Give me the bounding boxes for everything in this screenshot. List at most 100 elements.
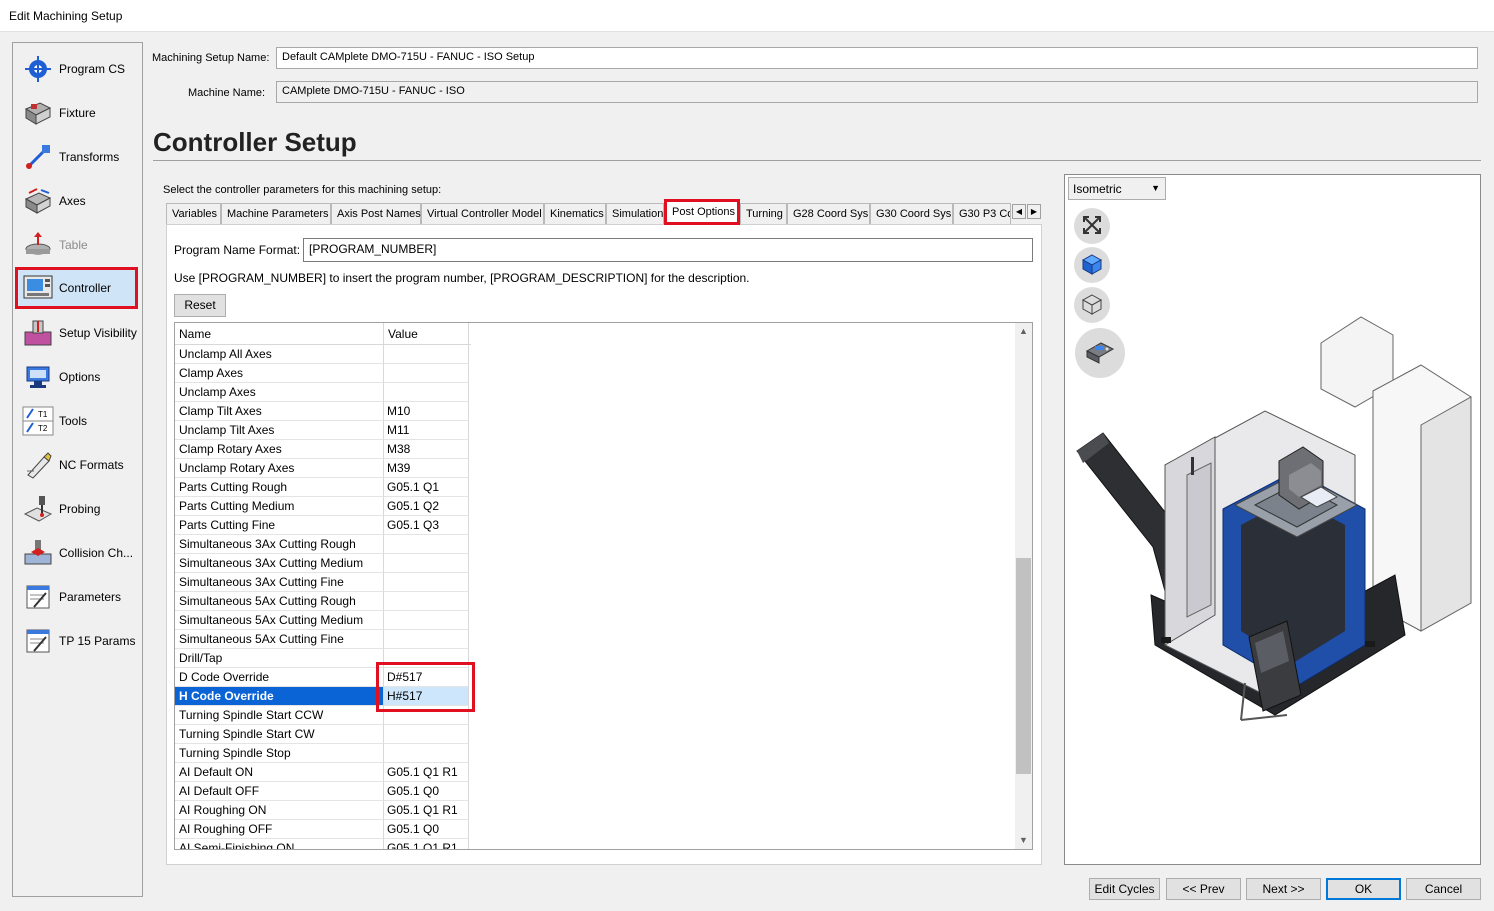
sidebar-item-collision-check[interactable]: Collision Ch... — [13, 533, 142, 573]
view-mode-select[interactable]: Isometric ▼ — [1068, 177, 1166, 200]
row-value-cell[interactable]: M39 — [384, 459, 469, 478]
row-value-cell[interactable] — [384, 573, 469, 592]
tab-machine-parameters[interactable]: Machine Parameters — [221, 203, 331, 224]
sidebar-item-probing[interactable]: Probing — [13, 489, 142, 529]
row-value-cell[interactable]: M38 — [384, 440, 469, 459]
sidebar-item-tp15-params[interactable]: TP 15 Params — [13, 621, 142, 661]
sidebar-item-fixture[interactable]: Fixture — [13, 93, 142, 133]
table-row[interactable]: Parts Cutting Rough G05.1 Q1 — [175, 478, 471, 497]
table-row[interactable]: Simultaneous 3Ax Cutting Rough — [175, 535, 471, 554]
table-row[interactable]: Unclamp Rotary Axes M39 — [175, 459, 471, 478]
row-value-cell[interactable]: G05.1 Q1 R1 — [384, 763, 469, 782]
sidebar-item-program-cs[interactable]: Program CS — [13, 49, 142, 89]
tab-g30-p3-coord-sys[interactable]: G30 P3 Co — [953, 203, 1011, 224]
row-value-cell[interactable] — [384, 364, 469, 383]
tab-axis-post-names[interactable]: Axis Post Names — [331, 203, 421, 224]
row-value-cell[interactable]: G05.1 Q3 — [384, 516, 469, 535]
sidebar-item-label: Controller — [59, 281, 112, 295]
table-row[interactable]: Clamp Axes — [175, 364, 471, 383]
row-name-cell: Simultaneous 3Ax Cutting Medium — [175, 554, 384, 573]
scroll-up-icon[interactable]: ▲ — [1015, 323, 1032, 340]
table-row[interactable]: Simultaneous 5Ax Cutting Fine — [175, 630, 471, 649]
prev-button[interactable]: << Prev — [1166, 878, 1241, 900]
column-header-name[interactable]: Name — [175, 323, 384, 345]
sidebar-item-axes[interactable]: Axes — [13, 181, 142, 221]
table-row[interactable]: Simultaneous 3Ax Cutting Medium — [175, 554, 471, 573]
row-value-cell[interactable] — [384, 725, 469, 744]
tab-virtual-controller-model[interactable]: Virtual Controller Model — [421, 203, 544, 224]
reset-button[interactable]: Reset — [174, 294, 226, 317]
row-value-cell[interactable]: M10 — [384, 402, 469, 421]
row-value-cell[interactable]: G05.1 Q1 R1 — [384, 839, 469, 849]
table-row[interactable]: Unclamp Axes — [175, 383, 471, 402]
table-row[interactable]: AI Default OFF G05.1 Q0 — [175, 782, 471, 801]
wireframe-view-button[interactable] — [1074, 287, 1110, 323]
cancel-button[interactable]: Cancel — [1406, 878, 1481, 900]
tab-g28-coord-sys[interactable]: G28 Coord Sys — [787, 203, 870, 224]
row-value-cell[interactable]: G05.1 Q1 — [384, 478, 469, 497]
table-row[interactable]: AI Roughing ON G05.1 Q1 R1 — [175, 801, 471, 820]
tab-turning[interactable]: Turning — [740, 203, 787, 224]
tab-scroll-left-button[interactable]: ◀ — [1012, 204, 1026, 219]
sidebar-item-tools[interactable]: T1 T2 Tools — [13, 401, 142, 441]
table-row[interactable]: Parts Cutting Medium G05.1 Q2 — [175, 497, 471, 516]
table-row[interactable]: AI Semi-Finishing ON G05.1 Q1 R1 — [175, 839, 471, 849]
table-row[interactable]: Simultaneous 3Ax Cutting Fine — [175, 573, 471, 592]
row-value-cell[interactable] — [384, 383, 469, 402]
sidebar-item-options[interactable]: Options — [13, 357, 142, 397]
column-header-value[interactable]: Value — [384, 323, 469, 345]
shaded-view-button[interactable] — [1074, 247, 1110, 283]
ok-button[interactable]: OK — [1326, 878, 1401, 900]
table-row[interactable]: Unclamp Tilt Axes M11 — [175, 421, 471, 440]
row-value-cell[interactable] — [384, 535, 469, 554]
grid-vertical-scrollbar[interactable]: ▲ ▼ — [1015, 323, 1032, 849]
row-value-cell[interactable] — [384, 611, 469, 630]
table-row[interactable]: Simultaneous 5Ax Cutting Medium — [175, 611, 471, 630]
sidebar-item-controller[interactable]: Controller — [15, 267, 138, 309]
table-row[interactable]: Parts Cutting Fine G05.1 Q3 — [175, 516, 471, 535]
sidebar-item-label: TP 15 Params — [59, 634, 136, 648]
table-row[interactable]: Clamp Tilt Axes M10 — [175, 402, 471, 421]
row-name-cell: AI Default OFF — [175, 782, 384, 801]
row-value-cell[interactable]: M11 — [384, 421, 469, 440]
table-row[interactable]: AI Default ON G05.1 Q1 R1 — [175, 763, 471, 782]
tab-kinematics[interactable]: Kinematics — [544, 203, 606, 224]
table-row[interactable]: Clamp Rotary Axes M38 — [175, 440, 471, 459]
row-value-cell[interactable]: G05.1 Q0 — [384, 782, 469, 801]
edit-cycles-button[interactable]: Edit Cycles — [1089, 878, 1160, 900]
sidebar-item-nc-formats[interactable]: NC Formats — [13, 445, 142, 485]
scroll-thumb[interactable] — [1016, 558, 1031, 774]
row-value-cell[interactable]: G05.1 Q0 — [384, 820, 469, 839]
table-row[interactable]: Turning Spindle Stop — [175, 744, 471, 763]
row-value-cell[interactable]: G05.1 Q2 — [384, 497, 469, 516]
row-value-cell[interactable] — [384, 630, 469, 649]
machine-viewport[interactable] — [1064, 174, 1481, 865]
table-row[interactable]: Unclamp All Axes — [175, 345, 471, 364]
fit-view-button[interactable] — [1074, 208, 1110, 244]
row-value-cell[interactable] — [384, 345, 469, 364]
tab-g30-coord-sys[interactable]: G30 Coord Sys — [870, 203, 953, 224]
program-name-format-input[interactable]: [PROGRAM_NUMBER] — [303, 238, 1033, 262]
row-name-cell: Parts Cutting Rough — [175, 478, 384, 497]
next-button[interactable]: Next >> — [1246, 878, 1321, 900]
table-row[interactable]: Simultaneous 5Ax Cutting Rough — [175, 592, 471, 611]
row-value-cell[interactable]: G05.1 Q1 R1 — [384, 801, 469, 820]
tab-scroll-right-button[interactable]: ▶ — [1027, 204, 1041, 219]
window-title: Edit Machining Setup — [9, 9, 123, 23]
tab-post-options[interactable]: Post Options — [664, 199, 740, 225]
tab-simulation[interactable]: Simulation — [606, 203, 664, 224]
options-icon — [22, 361, 54, 393]
row-value-cell[interactable] — [384, 592, 469, 611]
table-row[interactable]: Turning Spindle Start CW — [175, 725, 471, 744]
controller-panel-button[interactable] — [1075, 328, 1125, 378]
sidebar-item-setup-visibility[interactable]: Setup Visibility — [13, 313, 142, 353]
sidebar-item-parameters[interactable]: Parameters — [13, 577, 142, 617]
sidebar-item-transforms[interactable]: Transforms — [13, 137, 142, 177]
sidebar-item-table[interactable]: Table — [13, 225, 142, 265]
setup-name-field[interactable]: Default CAMplete DMO-715U - FANUC - ISO … — [276, 47, 1478, 69]
table-row[interactable]: AI Roughing OFF G05.1 Q0 — [175, 820, 471, 839]
row-value-cell[interactable] — [384, 744, 469, 763]
tab-variables[interactable]: Variables — [166, 203, 221, 224]
scroll-down-icon[interactable]: ▼ — [1015, 832, 1032, 849]
row-value-cell[interactable] — [384, 554, 469, 573]
